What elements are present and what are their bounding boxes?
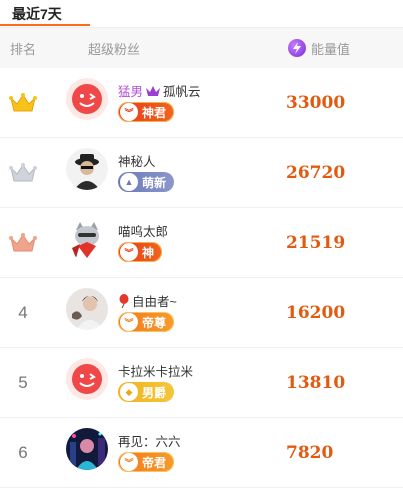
silver-crown-icon <box>9 163 37 182</box>
rank-slot: 4 <box>6 278 40 348</box>
fan-name: 卡拉米卡拉米 <box>118 365 194 379</box>
energy-value: 21519 <box>286 233 346 253</box>
list-item[interactable]: 4 自由者~ ︾ 帝尊 16200 <box>0 278 403 348</box>
energy-value: 26720 <box>286 163 346 183</box>
tab-last-7-days[interactable]: 最近7天 <box>12 0 62 24</box>
avatar[interactable] <box>66 78 108 120</box>
list-item[interactable]: 神秘人 ▲ 萌新 26720 <box>0 138 403 208</box>
energy-value: 16200 <box>286 303 346 323</box>
avatar[interactable] <box>66 218 108 260</box>
rank-slot: 6 <box>6 418 40 488</box>
avatar[interactable] <box>66 288 108 330</box>
fan-name: 自由者~ <box>118 291 177 310</box>
energy-value: 33000 <box>286 93 346 113</box>
table-header: 排名 超级粉丝 能量值 <box>0 28 403 68</box>
fan-list: 猛男 孤帆云 ︾ 神君 33000 神秘人 ▲ 萌新 26720 喵呜太郎 ︾ … <box>0 68 403 488</box>
header-rank: 排名 <box>10 41 37 57</box>
fan-name: 猛男 孤帆云 <box>118 85 201 99</box>
energy-value: 13810 <box>286 373 346 393</box>
list-item[interactable]: 猛男 孤帆云 ︾ 神君 33000 <box>0 68 403 138</box>
crown-icon <box>146 85 161 96</box>
rank-slot <box>6 208 40 278</box>
tab-bar: 最近7天 <box>0 0 403 28</box>
gold-crown-icon <box>9 93 37 112</box>
chevron-emblem-icon: ︾ <box>120 243 138 261</box>
bronze-crown-icon <box>9 233 37 252</box>
lightning-icon <box>288 39 306 57</box>
list-item[interactable]: 5 卡拉米卡拉米 ◆ 男爵 13810 <box>0 348 403 418</box>
rank-number: 5 <box>18 373 28 392</box>
balloon-icon <box>119 293 129 308</box>
header-super-fans: 超级粉丝 <box>88 41 141 57</box>
energy-value: 7820 <box>286 443 334 463</box>
tab-underline <box>0 24 90 26</box>
fan-level-badge: ▲ 萌新 <box>118 172 175 192</box>
fan-level-badge: ︾ 帝君 <box>118 452 175 472</box>
chevron-emblem-icon: ︾ <box>120 453 138 471</box>
triangle-emblem-icon: ▲ <box>120 173 138 191</box>
header-energy-label: 能量值 <box>311 41 351 57</box>
fan-level-badge: ◆ 男爵 <box>118 382 175 402</box>
rank-number: 4 <box>18 303 28 322</box>
header-energy: 能量值 <box>288 39 350 58</box>
fan-level-badge: ︾ 神君 <box>118 102 175 122</box>
avatar[interactable] <box>66 358 108 400</box>
chevron-emblem-icon: ︾ <box>120 313 138 331</box>
coin-emblem-icon: ◆ <box>120 383 138 401</box>
avatar[interactable] <box>66 428 108 470</box>
fan-level-badge: ︾ 神 <box>118 242 163 262</box>
list-item[interactable]: 喵呜太郎 ︾ 神 21519 <box>0 208 403 278</box>
fan-name: 神秘人 <box>118 155 156 169</box>
rank-slot: 5 <box>6 348 40 418</box>
rank-slot <box>6 68 40 138</box>
rank-slot <box>6 138 40 208</box>
fan-level-badge: ︾ 帝尊 <box>118 312 175 332</box>
chevron-emblem-icon: ︾ <box>120 103 138 121</box>
list-item[interactable]: 6 再见：六六 ︾ 帝君 7820 <box>0 418 403 488</box>
avatar[interactable] <box>66 148 108 190</box>
rank-number: 6 <box>18 443 28 462</box>
fan-name: 再见：六六 <box>118 435 181 449</box>
fan-name: 喵呜太郎 <box>118 225 169 239</box>
